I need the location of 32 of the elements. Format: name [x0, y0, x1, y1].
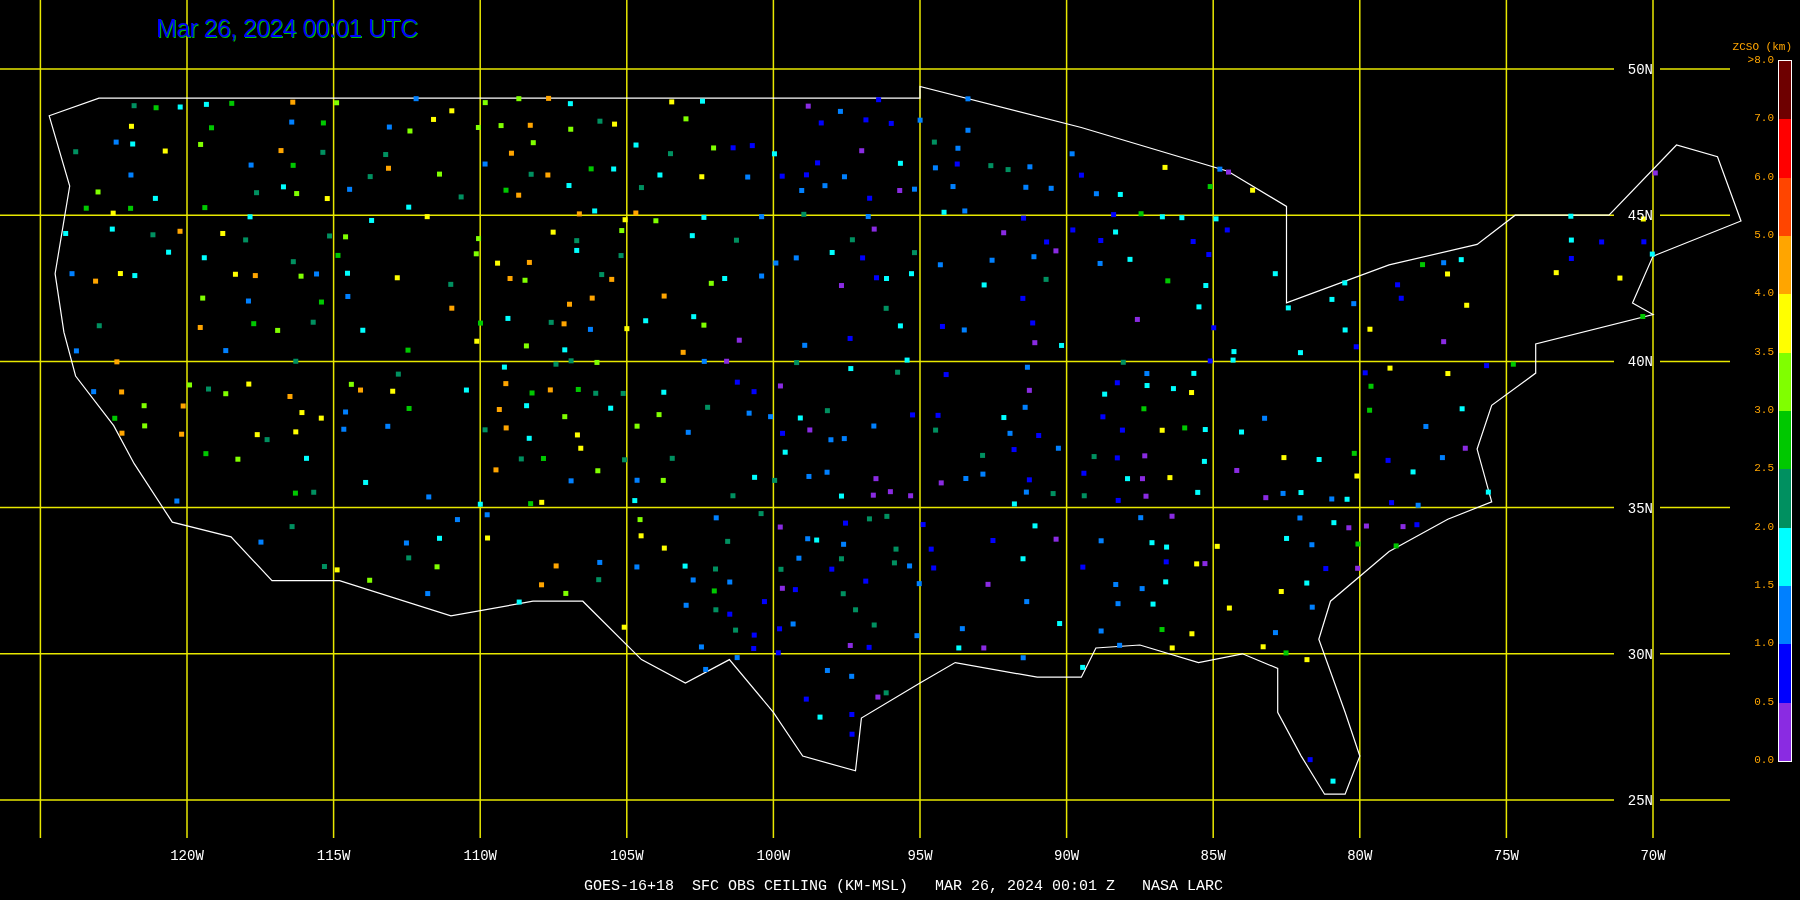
longitude-label: 90W	[1054, 848, 1080, 864]
longitude-label: 100W	[756, 848, 791, 864]
latitude-label: 35N	[1627, 500, 1653, 517]
latitude-label: 45N	[1627, 208, 1653, 225]
legend-label: 0.5	[1753, 694, 1774, 709]
longitude-label: 70W	[1640, 848, 1666, 864]
legend-label: 1.0	[1753, 636, 1774, 651]
legend-title: ZCSO (km)	[1732, 40, 1792, 54]
legend-label: 3.0	[1753, 402, 1774, 417]
legend-label: 7.0	[1753, 111, 1774, 126]
legend-label: 1.5	[1753, 577, 1774, 592]
latitude-label: 50N	[1627, 62, 1653, 78]
longitude-label: 115W	[316, 848, 351, 864]
longitude-label: 120W	[170, 848, 204, 864]
legend-label: 2.0	[1753, 519, 1774, 534]
legend-label: 3.5	[1753, 344, 1774, 359]
longitude-label: 75W	[1493, 848, 1519, 864]
legend-label: 2.5	[1753, 461, 1774, 476]
legend-label: 0.0	[1753, 752, 1774, 767]
longitude-label: 95W	[907, 848, 933, 864]
latitude-label: 40N	[1627, 354, 1653, 371]
legend-label: >8.0	[1747, 53, 1774, 67]
longitude-label: 80W	[1347, 848, 1373, 864]
longitude-label: 110W	[463, 848, 497, 864]
latitude-label: 30N	[1627, 646, 1653, 663]
latitude-label: 25N	[1627, 793, 1653, 809]
footer-caption: GOES-16+18 SFC OBS CEILING (KM-MSL) MAR 26, 2024 00:01 Z NASA LARC	[584, 878, 1224, 896]
legend-label: 4.0	[1753, 286, 1774, 301]
longitude-label: 105W	[610, 848, 644, 864]
legend-label: 6.0	[1753, 169, 1774, 184]
legend-label: 5.0	[1753, 228, 1774, 242]
longitude-label: 85W	[1200, 848, 1226, 864]
